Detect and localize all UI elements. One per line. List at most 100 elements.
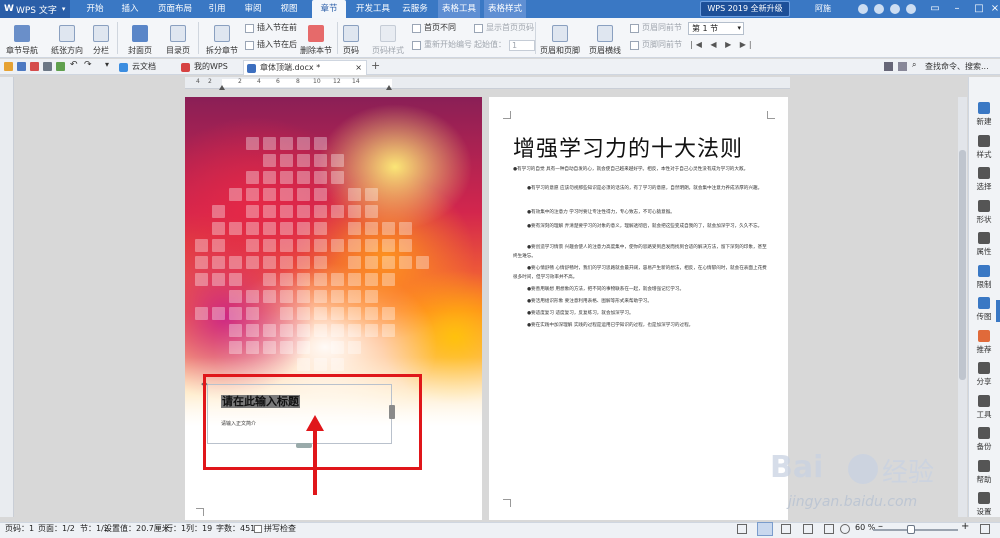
panel-share-button[interactable]: 分享 xyxy=(968,358,1000,392)
menu-table-style[interactable]: 表格样式 xyxy=(484,0,526,18)
menu-developer[interactable]: 开发工具 xyxy=(352,0,394,18)
insert-section-before-button[interactable]: 插入节在前 xyxy=(245,22,297,34)
page-number-button[interactable]: 页码 xyxy=(340,20,362,56)
menu-review[interactable]: 审阅 xyxy=(238,0,268,18)
minimize-icon[interactable]: – xyxy=(946,0,968,18)
tab-close-icon[interactable]: × xyxy=(355,61,362,75)
zoom-in-icon[interactable]: + xyxy=(961,521,969,532)
status-setting[interactable]: 设置值：20.7厘米 xyxy=(104,523,170,534)
section-select[interactable]: 第 1 节 ▾ xyxy=(688,22,744,35)
scrollbar-thumb[interactable] xyxy=(959,150,966,380)
tab-cloud-docs[interactable]: 云文档 xyxy=(116,60,172,75)
paragraph[interactable]: ●有学习的意愿 应该勿视那些知识是必须的话法的，有了学习的意愿，自然明朗，就会集… xyxy=(513,184,769,193)
status-page[interactable]: 页码：1 xyxy=(5,523,34,534)
header-line-button[interactable]: 页眉横线 xyxy=(585,20,625,56)
menu-reference[interactable]: 引用 xyxy=(202,0,232,18)
paragraph[interactable]: ●要适度复习 适度复习，反复练习，就会加深学习。 xyxy=(513,309,769,318)
panel-upload-image-button[interactable]: 传图 xyxy=(968,293,1000,327)
panel-restrict-button[interactable]: 限制 xyxy=(968,261,1000,295)
redo-icon[interactable]: ↷ xyxy=(84,60,92,70)
status-col[interactable]: 列：19 xyxy=(186,523,212,534)
message-icon[interactable] xyxy=(884,62,893,71)
status-row[interactable]: 行：1 xyxy=(165,523,186,534)
customize-dropdown-icon[interactable]: ▾ xyxy=(105,60,109,69)
tab-document[interactable]: 章体顶端.docx * × xyxy=(243,60,367,75)
first-page-different-checkbox[interactable]: 首页不同 xyxy=(412,22,456,34)
help-icon[interactable] xyxy=(906,4,916,14)
paragraph[interactable]: ●要活用组识形象 要注意利用表格、图解等形式来帮助学习。 xyxy=(513,297,769,306)
paragraph[interactable]: ●要善用联想 用想象的方法，把不同的事物联系在一起，就会增强记忆学习。 xyxy=(513,285,769,294)
panel-settings-button[interactable]: 设置 xyxy=(968,488,1000,522)
paragraph[interactable]: ●有学习的自觉 具有一种自动自发的心，就会使自己越来越好学。相反，本性对于自己心… xyxy=(513,165,769,174)
menu-cloud[interactable]: 云服务 xyxy=(398,0,432,18)
reading-view-icon[interactable] xyxy=(824,524,834,534)
spell-check-toggle[interactable]: 拼写检查 xyxy=(254,523,296,534)
command-search[interactable]: 查找命令、搜索... xyxy=(925,60,1000,74)
paragraph[interactable]: ●有效集中的注意力 学习时要让专注性得力，专心致志，不可心猿意猴。 xyxy=(513,208,769,217)
panel-shape-button[interactable]: 形状 xyxy=(968,196,1000,230)
panel-help-button[interactable]: 帮助 xyxy=(968,456,1000,490)
panel-property-button[interactable]: 属性 xyxy=(968,228,1000,262)
chapter-nav-button[interactable]: 章节导航 xyxy=(4,20,40,56)
web-view-icon[interactable] xyxy=(803,524,813,534)
paragraph[interactable]: ●要在实践中加深理解 实践的过程是运用已学知识的过程，也是加深学习的过程。 xyxy=(513,321,769,330)
menu-home[interactable]: 开始 xyxy=(80,0,110,18)
split-chapter-button[interactable]: 拆分章节 xyxy=(202,20,242,56)
paragraph[interactable]: ●要心情舒畅 心情舒畅时，我们的学习思路就会最开阔，容易产生新的想法，相反，在心… xyxy=(513,264,769,282)
menu-view[interactable]: 视图 xyxy=(274,0,304,18)
panel-select-button[interactable]: 选择 xyxy=(968,163,1000,197)
restart-numbering-button[interactable]: 重新开始编号 xyxy=(412,39,472,51)
page-view-icon[interactable] xyxy=(757,522,773,536)
paragraph[interactable]: ●要有深刻的理解 弄清楚要学习的对象的意义，理解透彻后，就会把这些变成自我的了，… xyxy=(513,222,769,231)
header-footer-button[interactable]: 页眉和页脚 xyxy=(538,20,582,56)
eye-protect-icon[interactable] xyxy=(840,524,850,534)
outline-view-icon[interactable] xyxy=(781,524,791,534)
focus-mode-icon[interactable] xyxy=(737,524,747,534)
app-menu-button[interactable]: W WPS 文字 ▾ xyxy=(0,0,70,18)
fit-page-icon[interactable] xyxy=(980,524,990,534)
settings-small-icon[interactable] xyxy=(898,62,907,71)
panel-style-button[interactable]: 样式 xyxy=(968,131,1000,165)
share-icon[interactable] xyxy=(890,4,900,14)
start-value-field[interactable]: 起始值： 1 xyxy=(474,39,535,51)
same-as-prev-header-button[interactable]: 页眉同前节 xyxy=(630,22,682,34)
menu-insert[interactable]: 插入 xyxy=(114,0,146,18)
zoom-slider[interactable] xyxy=(873,529,958,531)
print-icon[interactable] xyxy=(43,62,52,71)
search-icon[interactable]: ⌕ xyxy=(912,60,916,70)
menu-table-tools[interactable]: 表格工具 xyxy=(438,0,480,18)
upgrade-button[interactable]: WPS 2019 全新升级 xyxy=(700,1,790,17)
menu-chapter[interactable]: 章节 xyxy=(312,0,346,18)
open-icon[interactable] xyxy=(4,62,13,71)
close-icon[interactable]: × xyxy=(984,0,1000,18)
restore-icon[interactable]: ▭ xyxy=(924,0,946,18)
print-preview-icon[interactable] xyxy=(56,62,65,71)
skin-icon[interactable] xyxy=(858,4,868,14)
status-pages[interactable]: 页面：1/2 xyxy=(38,523,75,534)
start-value-input[interactable]: 1 xyxy=(509,39,535,51)
page-number-style-button[interactable]: 页码样式 xyxy=(368,20,408,56)
delete-section-button[interactable]: 删除本节 xyxy=(298,20,334,56)
tab-my-wps[interactable]: 我的WPS xyxy=(178,60,240,75)
user-name[interactable]: 阿施 xyxy=(815,0,831,18)
insert-section-after-button[interactable]: 插入节在后 xyxy=(245,39,297,51)
panel-recommend-button[interactable]: 推荐 xyxy=(968,326,1000,360)
paper-direction-button[interactable]: 纸张方向 xyxy=(46,20,88,56)
section-nav-arrows[interactable]: |◀ ◀ ▶ ▶| xyxy=(690,40,755,49)
undo-icon[interactable]: ↶ xyxy=(70,60,78,70)
columns-button[interactable]: 分栏 xyxy=(90,20,112,56)
paragraph[interactable]: ●要创造学习情景 兴趣会使人的注意力高度集中，使你的思路受到启发而找到合适的解决… xyxy=(513,243,769,261)
panel-backup-button[interactable]: 备份 xyxy=(968,423,1000,457)
feedback-icon[interactable] xyxy=(874,4,884,14)
export-pdf-icon[interactable] xyxy=(30,62,39,71)
status-words[interactable]: 字数：451 xyxy=(216,523,255,534)
same-as-prev-footer-button[interactable]: 页脚同前节 xyxy=(630,39,682,51)
toc-page-button[interactable]: 目录页 xyxy=(160,20,196,56)
new-tab-icon[interactable]: + xyxy=(371,59,380,72)
panel-new-button[interactable]: 新建 xyxy=(968,98,1000,132)
menu-page-layout[interactable]: 页面布局 xyxy=(152,0,198,18)
panel-tools-button[interactable]: 工具 xyxy=(968,391,1000,425)
show-first-page-number-checkbox[interactable]: 显示首页页码 xyxy=(474,22,534,34)
document-title[interactable]: 增强学习力的十大法则 xyxy=(513,131,743,163)
cover-page-button[interactable]: 封面页 xyxy=(122,20,158,56)
